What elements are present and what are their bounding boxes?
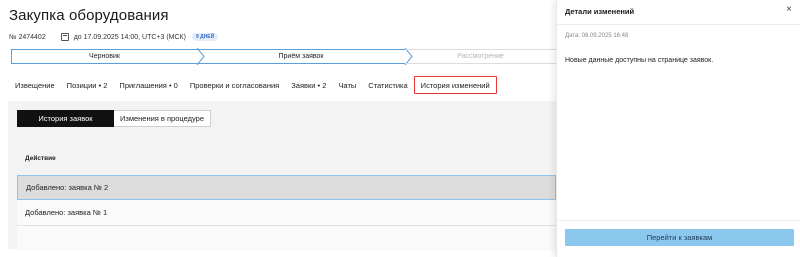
page-title: Закупка оборудования (9, 7, 169, 24)
history-table: Действие Добавлено: заявка № 2 Добавлено… (17, 142, 556, 251)
go-to-applications-button[interactable]: Перейти к заявкам (565, 229, 794, 246)
divider (557, 220, 800, 221)
table-row[interactable]: Добавлено: заявка № 2 (17, 175, 556, 200)
stage-review: Рассмотрение (405, 49, 556, 64)
change-details-drawer: Детали изменений × Дата: 08.09.2025 16:4… (556, 0, 800, 257)
segment-application-history[interactable]: История заявок (17, 110, 114, 127)
column-header-action: Действие (25, 155, 56, 162)
change-date: Дата: 08.09.2025 16:48 (565, 33, 629, 39)
tab-bar: Извещение Позиции • 2 Приглашения • 0 Пр… (9, 75, 497, 95)
history-panel: История заявок Изменения в процедуре Дей… (8, 101, 556, 251)
stage-draft-label: Черновик (89, 53, 120, 60)
tab-positions[interactable]: Позиции • 2 (61, 76, 114, 94)
row-action-text: Добавлено: заявка № 2 (26, 183, 109, 192)
days-left-badge: 9 дней (191, 33, 219, 41)
table-row[interactable]: Добавлено: заявка № 1 (17, 200, 556, 226)
calendar-icon (60, 33, 69, 41)
segment-procedure-changes[interactable]: Изменения в процедуре (114, 110, 211, 127)
tab-chats[interactable]: Чаты (332, 76, 362, 94)
row-action-text: Добавлено: заявка № 1 (25, 208, 108, 217)
stage-progress: Черновик Приём заявок Рассмотрение (11, 48, 556, 65)
history-segmented-control: История заявок Изменения в процедуре (17, 110, 211, 127)
stage-draft: Черновик (11, 49, 197, 64)
tab-statistics[interactable]: Статистика (362, 76, 413, 94)
procurement-page: Закупка оборудования № 2474402 до 17.09.… (0, 0, 556, 257)
deadline-text: до 17.09.2025 14:00, UTC+3 (МСК) (73, 33, 186, 41)
tab-invitations[interactable]: Приглашения • 0 (113, 76, 183, 94)
close-icon[interactable]: × (786, 4, 792, 15)
tab-change-history[interactable]: История изменений (413, 76, 497, 94)
procurement-number: № 2474402 (9, 33, 46, 41)
table-empty-area (17, 226, 556, 251)
stage-review-label: Рассмотрение (457, 53, 504, 60)
change-message: Новые данные доступны на странице заявок… (565, 57, 714, 64)
tab-notice[interactable]: Извещение (9, 76, 61, 94)
stage-receiving: Приём заявок (197, 49, 405, 64)
drawer-title: Детали изменений (565, 7, 635, 16)
divider (557, 24, 800, 25)
procurement-meta: № 2474402 до 17.09.2025 14:00, UTC+3 (МС… (9, 32, 219, 42)
stage-receiving-label: Приём заявок (278, 53, 324, 60)
tab-applications[interactable]: Заявки • 2 (285, 76, 332, 94)
tab-checks-approvals[interactable]: Проверки и согласования (184, 76, 285, 94)
